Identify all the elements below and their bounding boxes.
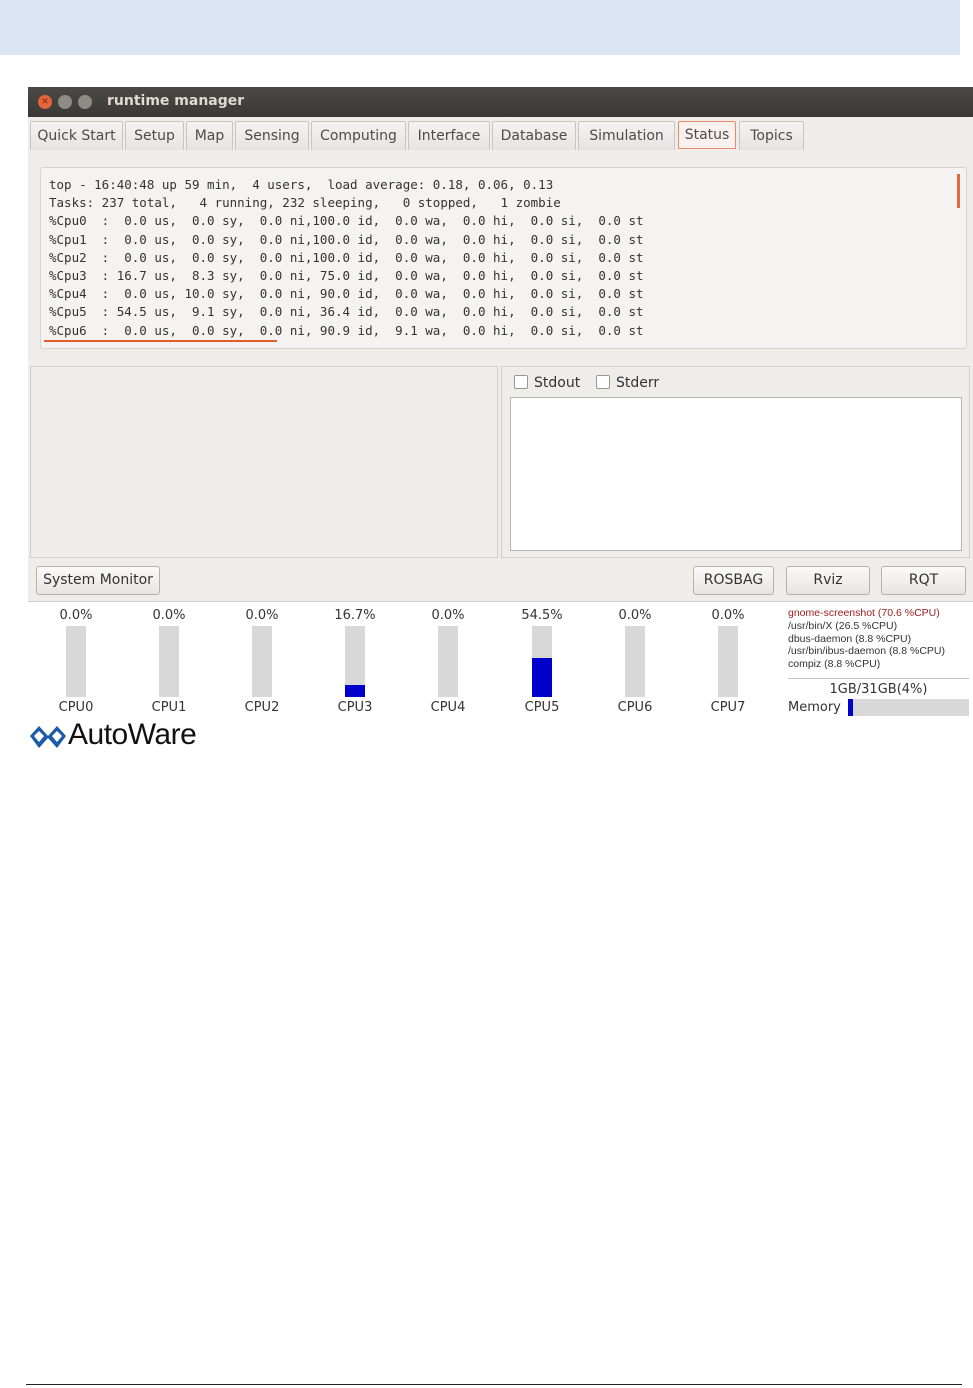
stderr-label: Stderr [616,375,660,391]
cpu-percent: 16.7% [334,608,376,623]
output-panel: Stdout Stderr [501,366,970,558]
tab-computing[interactable]: Computing [311,121,406,150]
cpu-bar-fill [532,658,552,697]
title-bar[interactable]: ✕ runtime manager [28,87,973,117]
tab-quick-start[interactable]: Quick Start [30,121,123,150]
cpu-percent: 0.0% [245,608,279,623]
cpu-bar [159,626,179,697]
cpu-percent: 0.0% [152,608,186,623]
cpu-label: CPU2 [244,700,280,715]
memory-separator [788,678,969,679]
cpu-meter-cpu3: 16.7% CPU3 [325,602,385,715]
terminal-line: Tasks: 237 total, 4 running, 232 sleepin… [49,195,561,211]
autoware-logo-text: AutoWare [68,718,197,751]
cpu-bar [438,626,458,697]
rviz-button[interactable]: Rviz [786,566,870,595]
stderr-checkbox[interactable]: Stderr [596,375,659,391]
output-log-area[interactable] [510,397,962,551]
cpu-label: CPU4 [430,700,466,715]
memory-bar-fill [848,699,853,716]
system-monitor-button[interactable]: System Monitor [36,566,160,595]
process-item: dbus-daemon (8.8 %CPU) [788,632,912,645]
status-pane: top - 16:40:48 up 59 min, 4 users, load … [30,151,970,381]
tab-status[interactable]: Status [678,121,736,149]
cpu-meter-cpu4: 0.0% CPU4 [418,602,478,715]
terminal-line: %Cpu4 : 0.0 us, 10.0 sy, 0.0 ni, 90.0 id… [49,286,644,302]
rqt-button[interactable]: RQT [881,566,966,595]
top-output-terminal: top - 16:40:48 up 59 min, 4 users, load … [40,167,967,349]
terminal-line: %Cpu6 : 0.0 us, 0.0 sy, 0.0 ni, 90.9 id,… [49,322,644,338]
cpu-meter-cpu0: 0.0% CPU0 [46,602,106,715]
cpu-label: CPU5 [524,700,560,715]
memory-value: 1GB/31GB(4%) [829,682,928,697]
tab-setup[interactable]: Setup [125,121,184,150]
process-item: compiz (8.8 %CPU) [788,658,881,671]
stderr-checkbox-box[interactable] [596,375,610,389]
rosbag-button[interactable]: ROSBAG [693,566,774,595]
cpu-bar [532,626,552,697]
cpu6-highlight-underline [44,340,277,342]
system-monitor-area: 0.0% CPU0 0.0% CPU1 0.0% CPU2 16.7% CPU3 0.0% CPU… [28,601,973,752]
minimize-icon[interactable] [58,95,72,109]
tab-topics[interactable]: Topics [739,121,804,150]
cpu-bar [252,626,272,697]
autoware-logo: AutoWare [28,718,248,752]
cpu-bar [345,626,365,697]
tab-database[interactable]: Database [492,121,576,150]
cpu-bar [718,626,738,697]
runtime-manager-window: ✕ runtime manager Quick Start Setup Map … [28,87,973,752]
cpu-bar [625,626,645,697]
stdout-checkbox[interactable]: Stdout [514,375,580,391]
close-icon[interactable]: ✕ [38,95,52,109]
top-output-text: top - 16:40:48 up 59 min, 4 users, load … [49,176,644,340]
maximize-icon[interactable] [78,95,92,109]
terminal-line: %Cpu2 : 0.0 us, 0.0 sy, 0.0 ni,100.0 id,… [49,249,644,265]
tab-sensing[interactable]: Sensing [235,121,309,150]
cpu-percent: 0.0% [431,608,465,623]
terminal-line: %Cpu3 : 16.7 us, 8.3 sy, 0.0 ni, 75.0 id… [49,268,644,284]
memory-label: Memory [788,700,841,715]
process-item: /usr/bin/ibus-daemon (8.8 %CPU) [788,645,945,658]
cpu-label: CPU7 [710,700,746,715]
terminal-line: top - 16:40:48 up 59 min, 4 users, load … [49,177,554,192]
left-empty-panel [30,366,498,558]
page-footer-line [26,1384,962,1385]
cpu-bar [66,626,86,697]
window-title: runtime manager [107,93,245,109]
tab-interface[interactable]: Interface [408,121,490,150]
process-item: /usr/bin/X (26.5 %CPU) [788,619,898,632]
cpu-meter-cpu5: 54.5% CPU5 [512,602,572,715]
cpu-percent: 0.0% [618,608,652,623]
process-item: gnome-screenshot (70.6 %CPU) [788,607,940,619]
cpu-label: CPU0 [58,700,94,715]
cpu-percent: 54.5% [521,608,563,623]
cpu-label: CPU3 [337,700,373,715]
terminal-line: %Cpu5 : 54.5 us, 9.1 sy, 0.0 ni, 36.4 id… [49,304,644,320]
page-header-band [0,0,960,55]
cpu-percent: 0.0% [711,608,745,623]
terminal-line: %Cpu1 : 0.0 us, 0.0 sy, 0.0 ni,100.0 id,… [49,231,644,247]
cpu-percent: 0.0% [59,608,93,623]
cpu-label: CPU1 [151,700,187,715]
cpu-meter-cpu6: 0.0% CPU6 [605,602,665,715]
top-process-list: gnome-screenshot (70.6 %CPU) /usr/bin/X … [788,607,973,671]
terminal-scrollbar[interactable] [957,174,960,208]
cpu-label: CPU6 [617,700,653,715]
cpu-meter-cpu1: 0.0% CPU1 [139,602,199,715]
terminal-line: %Cpu0 : 0.0 us, 0.0 sy, 0.0 ni,100.0 id,… [49,213,644,229]
tab-bar: Quick Start Setup Map Sensing Computing … [28,121,973,151]
stdout-checkbox-box[interactable] [514,375,528,389]
cpu-meter-cpu2: 0.0% CPU2 [232,602,292,715]
cpu-meter-cpu7: 0.0% CPU7 [698,602,758,715]
stdout-label: Stdout [534,375,581,391]
cpu-bar-fill [345,685,365,697]
tab-simulation[interactable]: Simulation [578,121,675,150]
autoware-logo-icon [30,726,66,748]
tab-map[interactable]: Map [186,121,233,150]
memory-bar [848,699,969,716]
